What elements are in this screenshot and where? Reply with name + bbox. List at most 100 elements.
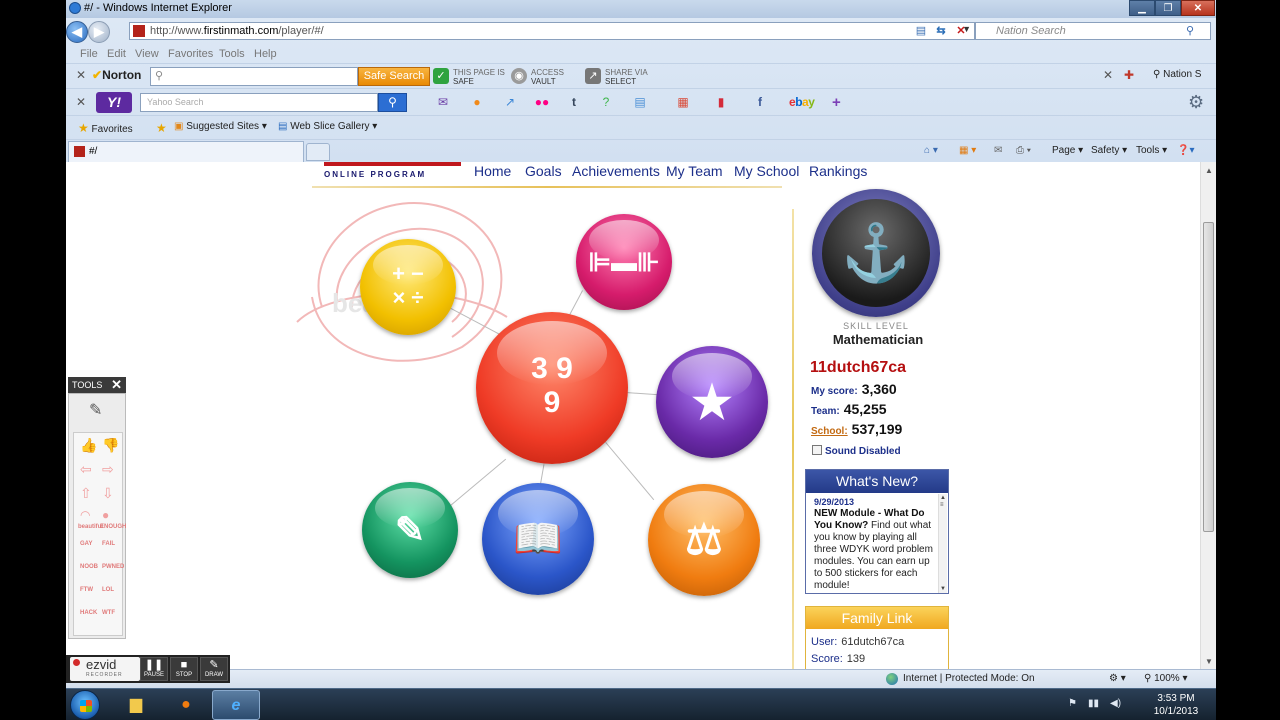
school-link[interactable]: School: <box>811 426 848 437</box>
page-menu[interactable]: Page ▾ <box>1052 145 1083 156</box>
taskbar-internet-explorer[interactable]: e <box>212 690 260 720</box>
stamp-ftw[interactable]: FTW <box>80 587 93 593</box>
stamp-noob[interactable]: NOOB <box>80 564 98 570</box>
arrow-up-icon[interactable]: ⇧ <box>80 485 92 502</box>
zoom-level[interactable]: ⚲ 100% ▾ <box>1144 673 1188 684</box>
stamp-hack[interactable]: HACK <box>80 610 97 616</box>
network-icon[interactable]: ▮▮ <box>1088 698 1099 709</box>
arrow-right-icon[interactable]: ⇨ <box>102 461 114 478</box>
close-window-button[interactable]: ✕ <box>1181 0 1215 16</box>
stop-button[interactable]: ■ STOP <box>170 657 198 681</box>
action-center-icon[interactable]: ⚑ <box>1068 698 1077 709</box>
sound-checkbox[interactable] <box>812 445 822 455</box>
site-logo[interactable]: ONLINE PROGRAM <box>324 162 461 180</box>
facebook-icon[interactable]: f <box>751 95 769 110</box>
home-icon[interactable]: ⌂ ▾ <box>924 145 938 156</box>
norton-search-input[interactable]: ⚲ <box>150 67 358 86</box>
taskbar-firefox[interactable]: ● <box>162 690 210 720</box>
minimize-button[interactable]: ▁ <box>1129 0 1155 16</box>
page-scrollbar[interactable]: ▲ ▼ <box>1200 162 1216 669</box>
calendar-icon[interactable]: ▦ <box>674 95 692 110</box>
ebay-link[interactable]: ebay <box>789 95 815 109</box>
bookmark-icon[interactable]: ▮ <box>712 95 730 110</box>
tab-active[interactable]: #/ <box>68 141 304 162</box>
sound-toggle[interactable]: Sound Disabled <box>812 445 901 457</box>
feeds-icon[interactable]: ▦ ▾ <box>959 145 976 156</box>
stamp-gay[interactable]: GAY <box>80 541 92 547</box>
sports-icon[interactable]: ● <box>468 95 486 110</box>
answers-icon[interactable]: ? <box>597 95 615 110</box>
help-icon[interactable]: ❓▾ <box>1177 145 1194 156</box>
menu-favorites[interactable]: Favorites <box>168 48 213 60</box>
back-button[interactable]: ◀ <box>66 21 88 43</box>
module-fitness[interactable]: ⊫▬⊪ <box>576 214 672 310</box>
stamp-lol[interactable]: LOL <box>102 587 114 593</box>
print-icon[interactable]: ⎙ ▾ <box>1016 145 1031 156</box>
module-worksheets[interactable]: ✎ <box>362 482 458 578</box>
safe-search-button[interactable]: Safe Search <box>358 67 430 86</box>
nav-my-school[interactable]: My School <box>734 163 799 179</box>
scroll-up-icon[interactable]: ▲ <box>1205 166 1213 175</box>
pen-icon[interactable]: ✎ <box>89 400 102 420</box>
new-tab-button[interactable] <box>306 143 330 161</box>
menu-edit[interactable]: Edit <box>107 48 126 60</box>
thumbs-up-icon[interactable]: 👍 <box>80 437 97 454</box>
add-favorite-icon[interactable]: ★ <box>156 121 167 135</box>
nav-my-team[interactable]: My Team <box>666 163 723 179</box>
access-vault-button[interactable]: ◉ ACCESS VAULT <box>511 67 581 87</box>
finance-icon[interactable]: ↗ <box>501 95 519 110</box>
read-mail-icon[interactable]: ✉ <box>994 145 1002 156</box>
volume-icon[interactable]: ◀) <box>1110 698 1121 709</box>
browser-search-box[interactable]: Nation Search ⚲ <box>975 22 1211 40</box>
stamp-fail[interactable]: FAIL <box>102 541 115 547</box>
close-toolbar-icon[interactable]: ✕ <box>76 95 86 109</box>
module-reading[interactable]: 📖 <box>482 483 594 595</box>
module-measurement[interactable]: ⚖ <box>648 484 760 596</box>
family-link-title[interactable]: Family Link <box>806 607 948 629</box>
draw-button[interactable]: ✎ DRAW <box>200 657 228 681</box>
safety-menu[interactable]: Safety ▾ <box>1091 145 1127 156</box>
security-zone[interactable]: Internet | Protected Mode: On <box>903 673 1035 684</box>
share-via-button[interactable]: ↗ SHARE VIA SELECT <box>585 67 665 87</box>
mail-icon[interactable]: ✉ <box>434 95 452 110</box>
tumblr-icon[interactable]: t <box>565 95 583 110</box>
taskbar-explorer[interactable]: ▆ <box>112 690 160 720</box>
yahoo-search-button[interactable]: ⚲ <box>378 93 407 112</box>
stop-icon[interactable]: ✕ <box>953 23 969 39</box>
yahoo-logo[interactable]: Y! <box>96 92 132 113</box>
arrow-down-icon[interactable]: ⇩ <box>102 485 114 502</box>
close-icon[interactable]: ✕ <box>111 377 122 393</box>
clock[interactable]: 3:53 PM 10/1/2013 <box>1146 692 1206 718</box>
stamp-pwned[interactable]: PWNED <box>102 564 124 570</box>
balloon-stamp-icon[interactable]: ● <box>102 508 109 522</box>
module-math-operations[interactable]: + − × ÷ <box>360 239 456 335</box>
arrow-left-icon[interactable]: ⇦ <box>80 461 92 478</box>
start-button[interactable] <box>70 690 100 720</box>
nation-search-toolbar[interactable]: ⚲ Nation S <box>1153 69 1201 80</box>
search-icon[interactable]: ⚲ <box>1186 24 1194 37</box>
yahoo-search-input[interactable]: Yahoo Search <box>140 93 378 112</box>
restore-button[interactable]: ❐ <box>1155 0 1181 16</box>
news-icon[interactable]: ▤ <box>631 95 649 110</box>
page-safe-indicator[interactable]: ✓ THIS PAGE IS SAFE <box>433 67 505 87</box>
close-toolbar-icon[interactable]: ✕ <box>1103 68 1113 82</box>
menu-view[interactable]: View <box>135 48 159 60</box>
menu-file[interactable]: File <box>80 48 98 60</box>
compatibility-view-icon[interactable]: ▤ <box>913 23 929 39</box>
module-24-game[interactable]: 3 9 9 <box>476 312 628 464</box>
nav-home[interactable]: Home <box>474 163 511 179</box>
flickr-icon[interactable]: ●● <box>533 95 551 110</box>
protected-mode-icon[interactable]: ⚙ ▾ <box>1109 673 1126 684</box>
stamp-wtf[interactable]: WTF <box>102 610 115 616</box>
web-slice-gallery-button[interactable]: ▤ Web Slice Gallery ▾ <box>278 121 377 132</box>
refresh-icon[interactable]: ⇆ <box>933 23 949 39</box>
close-toolbar-icon[interactable]: ✕ <box>76 68 86 82</box>
whats-new-scrollbar[interactable]: ▲ ≡ ▼ <box>938 494 947 593</box>
menu-tools[interactable]: Tools <box>219 48 245 60</box>
puzzle-icon[interactable]: ✚ <box>1124 68 1134 82</box>
thumbs-down-icon[interactable]: 👎 <box>102 437 119 454</box>
nav-achievements[interactable]: Achievements <box>572 163 660 179</box>
favorites-button[interactable]: ★ Favorites <box>78 121 133 135</box>
menu-help[interactable]: Help <box>254 48 277 60</box>
scroll-thumb[interactable] <box>1203 222 1214 532</box>
